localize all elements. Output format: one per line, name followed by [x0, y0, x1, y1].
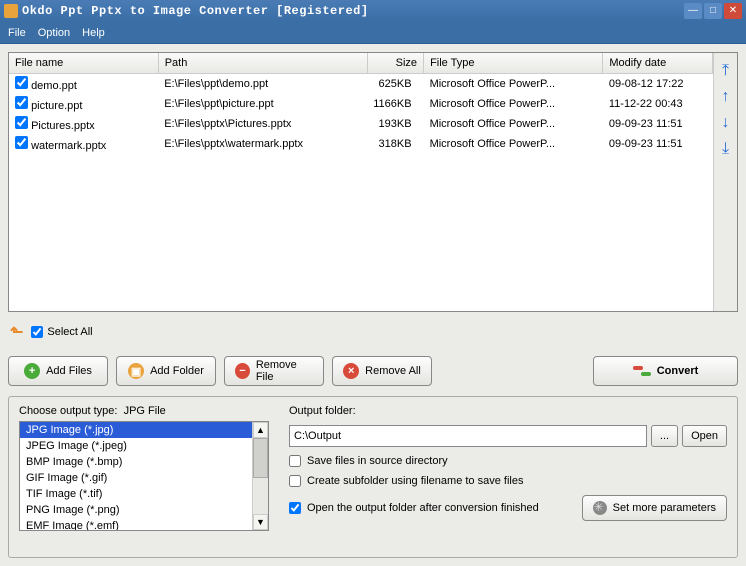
- table-row[interactable]: demo.ppt E:\Files\ppt\demo.ppt625KBMicros…: [9, 73, 713, 94]
- file-name: picture.ppt: [31, 100, 82, 112]
- menu-file[interactable]: File: [8, 27, 26, 39]
- select-all-checkbox[interactable]: [31, 326, 43, 338]
- file-type: Microsoft Office PowerP...: [424, 114, 603, 134]
- maximize-button[interactable]: □: [704, 3, 722, 19]
- add-folder-label: Add Folder: [150, 365, 204, 377]
- file-path: E:\Files\pptx\Pictures.pptx: [158, 114, 367, 134]
- folder-icon: ▣: [128, 363, 144, 379]
- select-all-label: Select All: [47, 326, 92, 338]
- listbox-scrollbar[interactable]: ▲ ▼: [252, 422, 268, 530]
- open-after-checkbox[interactable]: [289, 502, 301, 514]
- convert-icon: [633, 364, 651, 378]
- file-name: demo.ppt: [31, 80, 77, 92]
- open-folder-button[interactable]: Open: [682, 425, 727, 447]
- file-type: Microsoft Office PowerP...: [424, 134, 603, 154]
- col-header-path[interactable]: Path: [158, 53, 367, 73]
- more-parameters-label: Set more parameters: [613, 502, 716, 514]
- output-type-item[interactable]: EMF Image (*.emf): [20, 518, 252, 530]
- col-header-size[interactable]: Size: [367, 53, 423, 73]
- app-icon: [4, 4, 18, 18]
- file-path: E:\Files\ppt\picture.ppt: [158, 94, 367, 114]
- col-header-name[interactable]: File name: [9, 53, 158, 73]
- file-date: 09-09-23 11:51: [603, 134, 713, 154]
- browse-button[interactable]: ...: [651, 425, 678, 447]
- row-checkbox[interactable]: [15, 76, 28, 89]
- file-size: 625KB: [367, 73, 423, 94]
- file-date: 09-08-12 17:22: [603, 73, 713, 94]
- window-title: Okdo Ppt Pptx to Image Converter [Regist…: [22, 4, 684, 18]
- add-files-button[interactable]: + Add Files: [8, 356, 108, 386]
- output-type-label: Choose output type: JPG File: [19, 405, 269, 417]
- file-path: E:\Files\pptx\watermark.pptx: [158, 134, 367, 154]
- file-type: Microsoft Office PowerP...: [424, 73, 603, 94]
- output-type-item[interactable]: BMP Image (*.bmp): [20, 454, 252, 470]
- row-checkbox[interactable]: [15, 116, 28, 129]
- move-up-icon[interactable]: ↑: [718, 89, 734, 105]
- open-after-label: Open the output folder after conversion …: [307, 502, 539, 514]
- remove-all-button[interactable]: × Remove All: [332, 356, 432, 386]
- save-source-label: Save files in source directory: [307, 455, 448, 467]
- output-type-item[interactable]: GIF Image (*.gif): [20, 470, 252, 486]
- file-name: Pictures.pptx: [31, 120, 95, 132]
- reorder-toolbar: ⤒ ↑ ↓ ⤓: [713, 53, 737, 311]
- output-folder-label: Output folder:: [289, 405, 727, 417]
- scroll-thumb[interactable]: [253, 438, 268, 478]
- save-source-checkbox[interactable]: [289, 455, 301, 467]
- output-folder-input[interactable]: [289, 425, 647, 447]
- table-row[interactable]: watermark.pptx E:\Files\pptx\watermark.pp…: [9, 134, 713, 154]
- subfolder-checkbox[interactable]: [289, 475, 301, 487]
- menubar: File Option Help: [0, 22, 746, 44]
- up-folder-icon[interactable]: ⬑: [10, 322, 23, 342]
- file-type: Microsoft Office PowerP...: [424, 94, 603, 114]
- move-down-icon[interactable]: ↓: [718, 115, 734, 131]
- titlebar: Okdo Ppt Pptx to Image Converter [Regist…: [0, 0, 746, 22]
- output-type-item[interactable]: PNG Image (*.png): [20, 502, 252, 518]
- scroll-up-icon[interactable]: ▲: [253, 422, 268, 438]
- add-files-label: Add Files: [46, 365, 92, 377]
- move-bottom-icon[interactable]: ⤓: [718, 141, 734, 157]
- menu-help[interactable]: Help: [82, 27, 105, 39]
- more-parameters-button[interactable]: Set more parameters: [582, 495, 727, 521]
- scroll-down-icon[interactable]: ▼: [253, 514, 268, 530]
- gear-icon: [593, 501, 607, 515]
- file-size: 318KB: [367, 134, 423, 154]
- add-folder-button[interactable]: ▣ Add Folder: [116, 356, 216, 386]
- table-row[interactable]: picture.ppt E:\Files\ppt\picture.ppt1166K…: [9, 94, 713, 114]
- file-list-panel: File name Path Size File Type Modify dat…: [8, 52, 738, 312]
- row-checkbox[interactable]: [15, 136, 28, 149]
- file-date: 11-12-22 00:43: [603, 94, 713, 114]
- file-size: 1166KB: [367, 94, 423, 114]
- plus-icon: +: [24, 363, 40, 379]
- close-button[interactable]: ✕: [724, 3, 742, 19]
- remove-all-label: Remove All: [365, 365, 421, 377]
- minimize-button[interactable]: —: [684, 3, 702, 19]
- output-type-item[interactable]: TIF Image (*.tif): [20, 486, 252, 502]
- x-icon: ×: [343, 363, 359, 379]
- file-path: E:\Files\ppt\demo.ppt: [158, 73, 367, 94]
- table-row[interactable]: Pictures.pptx E:\Files\pptx\Pictures.pptx…: [9, 114, 713, 134]
- col-header-date[interactable]: Modify date: [603, 53, 713, 73]
- file-size: 193KB: [367, 114, 423, 134]
- output-type-item[interactable]: JPG Image (*.jpg): [20, 422, 252, 438]
- col-header-type[interactable]: File Type: [424, 53, 603, 73]
- menu-option[interactable]: Option: [38, 27, 70, 39]
- remove-file-button[interactable]: − Remove File: [224, 356, 324, 386]
- file-table: File name Path Size File Type Modify dat…: [9, 53, 713, 154]
- minus-icon: −: [235, 363, 250, 379]
- subfolder-label: Create subfolder using filename to save …: [307, 475, 523, 487]
- convert-button[interactable]: Convert: [593, 356, 738, 386]
- output-type-listbox[interactable]: JPG Image (*.jpg)JPEG Image (*.jpeg)BMP …: [19, 421, 269, 531]
- convert-label: Convert: [657, 365, 699, 377]
- row-checkbox[interactable]: [15, 96, 28, 109]
- remove-file-label: Remove File: [256, 359, 313, 383]
- move-top-icon[interactable]: ⤒: [718, 63, 734, 79]
- file-name: watermark.pptx: [31, 140, 106, 152]
- file-date: 09-09-23 11:51: [603, 114, 713, 134]
- output-type-item[interactable]: JPEG Image (*.jpeg): [20, 438, 252, 454]
